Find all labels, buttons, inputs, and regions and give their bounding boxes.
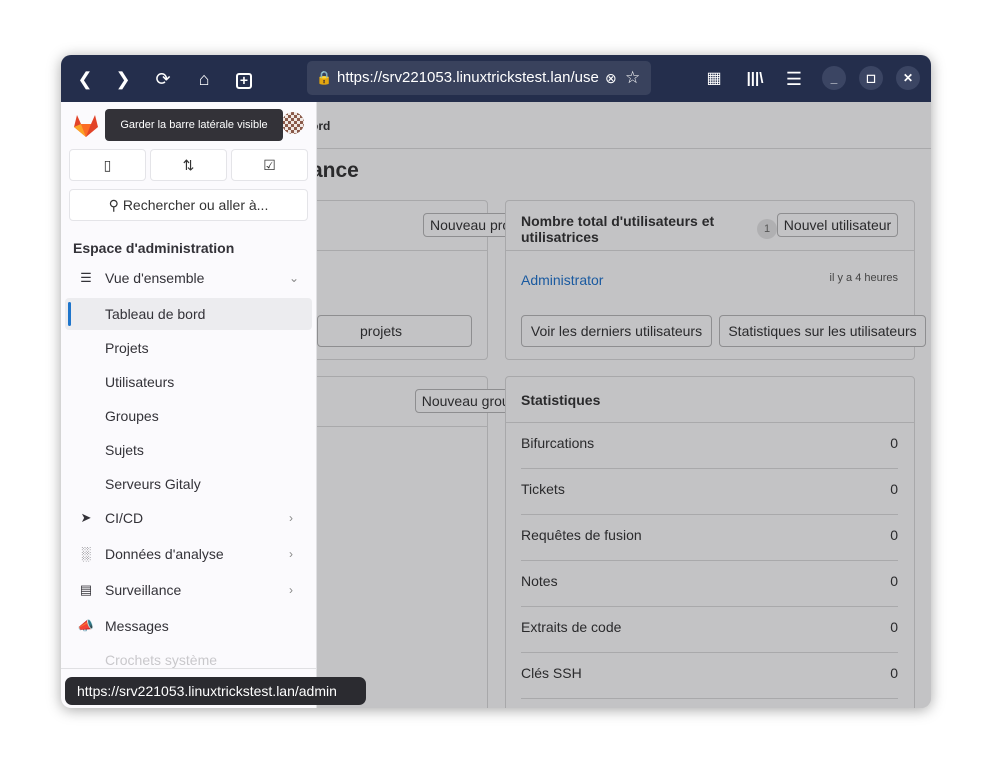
all-projects-button[interactable]: projets xyxy=(317,315,472,347)
url-bar[interactable]: 🔒 https://srv221053.linuxtrickstest.lan/… xyxy=(307,61,651,95)
users-card: Nombre total d'utilisateurs et utilisatr… xyxy=(505,200,926,360)
active-indicator xyxy=(68,302,71,326)
chevron-icon: › xyxy=(289,583,293,597)
avatar[interactable] xyxy=(282,112,304,134)
library-icon[interactable]: |||\ xyxy=(743,67,767,91)
close-icon[interactable]: ✕ xyxy=(896,66,920,90)
home-icon[interactable]: ⌂ xyxy=(192,67,216,91)
lock-icon: 🔒 xyxy=(316,70,333,85)
statistics-card: Statistiques Bifurcations 0 Tickets 0 Requêt… xyxy=(505,376,915,708)
sidebar-item[interactable]: 📣 Messages xyxy=(65,610,312,642)
sidebar-item[interactable]: ░ Données d'analyse › xyxy=(65,538,312,570)
sidebar-item[interactable]: Serveurs Gitaly xyxy=(65,468,312,500)
back-icon[interactable]: ❮ xyxy=(73,67,97,91)
search-icon: ⚲ xyxy=(108,197,123,213)
page-title: ance xyxy=(311,159,359,182)
new-user-button[interactable]: Nouvel utilisateur xyxy=(777,213,898,237)
sidebar-item[interactable]: Groupes xyxy=(65,400,312,432)
minimize-icon[interactable]: _ xyxy=(822,66,846,90)
gitlab-logo[interactable] xyxy=(73,114,99,138)
issues-button[interactable]: ▯ xyxy=(69,149,146,181)
stat-label: Extraits de code xyxy=(521,619,622,635)
tooltip: Garder la barre latérale visible xyxy=(105,109,283,141)
rocket-icon: ➤ xyxy=(80,510,92,525)
merge-requests-button[interactable]: ⇅ xyxy=(150,149,227,181)
stat-label: Requêtes de fusion xyxy=(521,527,642,543)
users-statistics-button[interactable]: Statistiques sur les utilisateurs xyxy=(719,315,926,347)
extensions-icon[interactable]: ▦ xyxy=(702,67,726,91)
menu-icon[interactable]: ☰ xyxy=(782,67,806,91)
chevron-icon: › xyxy=(289,547,293,561)
user-link[interactable]: Administrator xyxy=(521,272,603,288)
stat-value: 0 xyxy=(890,619,898,635)
url-text: https://srv221053.linuxtrickstest.lan/us… xyxy=(337,69,599,86)
stat-label: Clés SSH xyxy=(521,665,582,681)
stat-value: 0 xyxy=(890,573,898,589)
maximize-icon[interactable]: ◻ xyxy=(859,66,883,90)
merge-request-icon: ⇅ xyxy=(182,157,195,173)
megaphone-icon: 📣 xyxy=(77,618,95,633)
sidebar-item[interactable]: Crochets système xyxy=(65,644,312,676)
sidebar-item[interactable]: ➤ CI/CD › xyxy=(65,502,312,534)
todo-icon: ☑ xyxy=(263,157,276,173)
monitor-icon: ▤ xyxy=(79,582,93,597)
todos-button[interactable]: ☑ xyxy=(231,149,308,181)
sidebar-item[interactable]: ☰ Vue d'ensemble ⌄ xyxy=(65,262,312,294)
sidebar-item[interactable]: ▤ Surveillance › xyxy=(65,574,312,606)
status-url-tooltip: https://srv221053.linuxtrickstest.lan/ad… xyxy=(65,677,366,705)
latest-users-button[interactable]: Voir les derniers utilisateurs xyxy=(521,315,712,347)
chevron-icon: ⌄ xyxy=(289,271,300,285)
chevron-icon: › xyxy=(289,511,293,525)
sidebar-item[interactable]: Sujets xyxy=(65,434,312,466)
user-created-time: il y a 4 heures xyxy=(829,272,898,284)
new-tab-icon[interactable]: + xyxy=(232,67,256,91)
forward-icon[interactable]: ❯ xyxy=(111,67,135,91)
overview-icon: ☰ xyxy=(80,270,92,285)
statistics-title: Statistiques xyxy=(521,392,601,408)
browser-toolbar: ❮ ❯ ⟳ ⌂ + 🔒 https://srv221053.linuxtrick… xyxy=(61,55,931,102)
users-card-title: Nombre total d'utilisateurs et utilisatr… xyxy=(521,213,715,245)
clear-icon[interactable]: ⊗ xyxy=(601,61,621,95)
section-title: Espace d'administration xyxy=(73,240,235,256)
stat-label: Tickets xyxy=(521,481,565,497)
chart-icon: ░ xyxy=(81,546,91,561)
sidebar-item[interactable]: Tableau de bord xyxy=(65,298,312,330)
users-count-badge: 1 xyxy=(757,219,777,239)
stat-value: 0 xyxy=(890,665,898,681)
issues-icon: ▯ xyxy=(103,157,112,173)
sidebar-item[interactable]: Projets xyxy=(65,332,312,364)
reload-icon[interactable]: ⟳ xyxy=(151,67,175,91)
browser-window: ❮ ❯ ⟳ ⌂ + 🔒 https://srv221053.linuxtrick… xyxy=(61,55,931,708)
stat-value: 0 xyxy=(890,481,898,497)
stat-label: Notes xyxy=(521,573,558,589)
stat-label: Bifurcations xyxy=(521,435,595,451)
search-button[interactable]: ⚲ Rechercher ou aller à... xyxy=(69,189,308,221)
stat-value: 0 xyxy=(890,435,898,451)
star-icon[interactable]: ☆ xyxy=(625,61,641,95)
sidebar-item[interactable]: Utilisateurs xyxy=(65,366,312,398)
sidebar: Garder la barre latérale visible ▯ ⇅ ☑ ⚲… xyxy=(61,102,317,708)
stat-value: 0 xyxy=(890,527,898,543)
